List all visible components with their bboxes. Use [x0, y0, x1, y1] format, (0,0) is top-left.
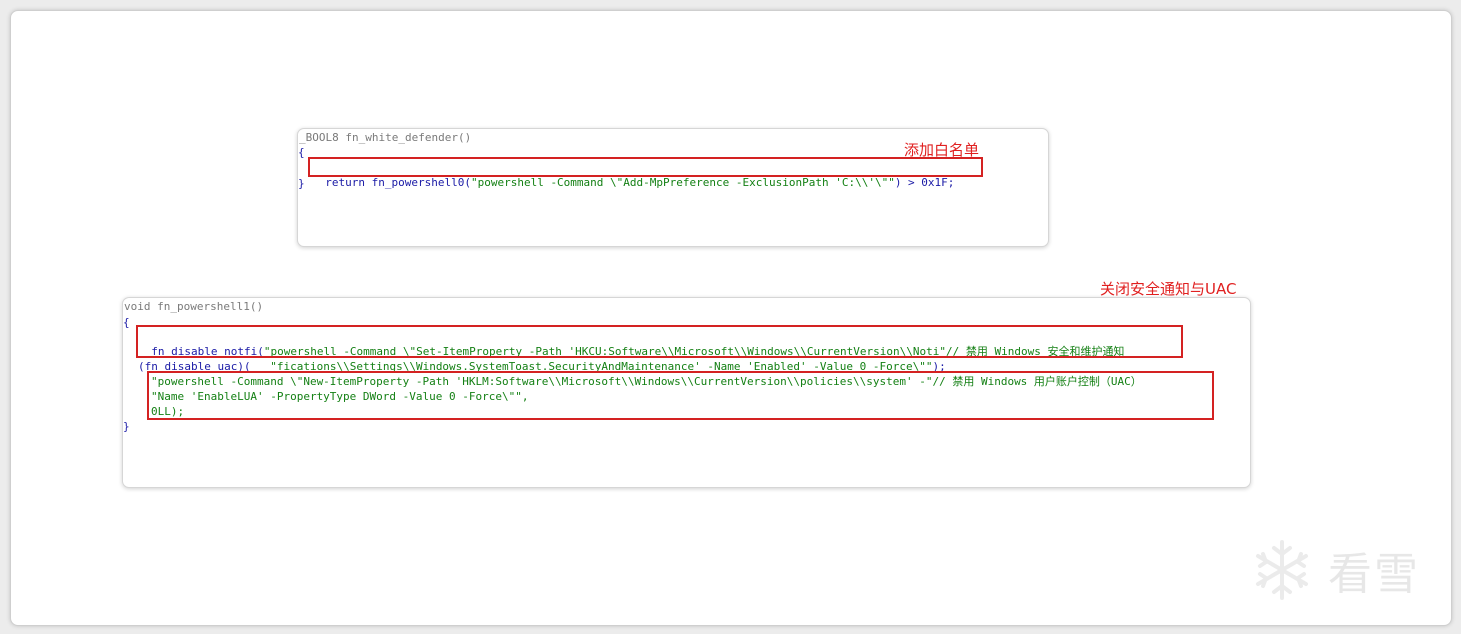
return-keyword: return [325, 176, 365, 189]
function-header: _BOOL8 fn_white_defender() [299, 131, 472, 144]
close-brace: } [298, 177, 305, 190]
command-string: "powershell -Command \"Add-MpPreference … [470, 176, 895, 189]
highlight-box-notfi [136, 325, 1183, 358]
call-tail: ) > 0x1F; [894, 176, 955, 189]
annotation-add-whitelist: 添加白名单 [904, 141, 980, 159]
snowflake-icon [1256, 540, 1308, 600]
call-name: fn_powershell0 [371, 176, 465, 189]
open-brace: { [123, 316, 130, 329]
function-header: void fn_powershell1() [124, 300, 264, 313]
watermark-text: 看雪 [1328, 549, 1420, 600]
call-open: ( [464, 176, 471, 189]
annotation-disable-notification-uac: 关闭安全通知与UAC [1100, 280, 1237, 298]
watermark: 看雪 [1250, 538, 1420, 602]
highlight-box-uac [147, 371, 1214, 420]
open-brace: { [298, 146, 305, 159]
close-brace: } [123, 420, 130, 433]
highlight-box-return [308, 157, 983, 177]
